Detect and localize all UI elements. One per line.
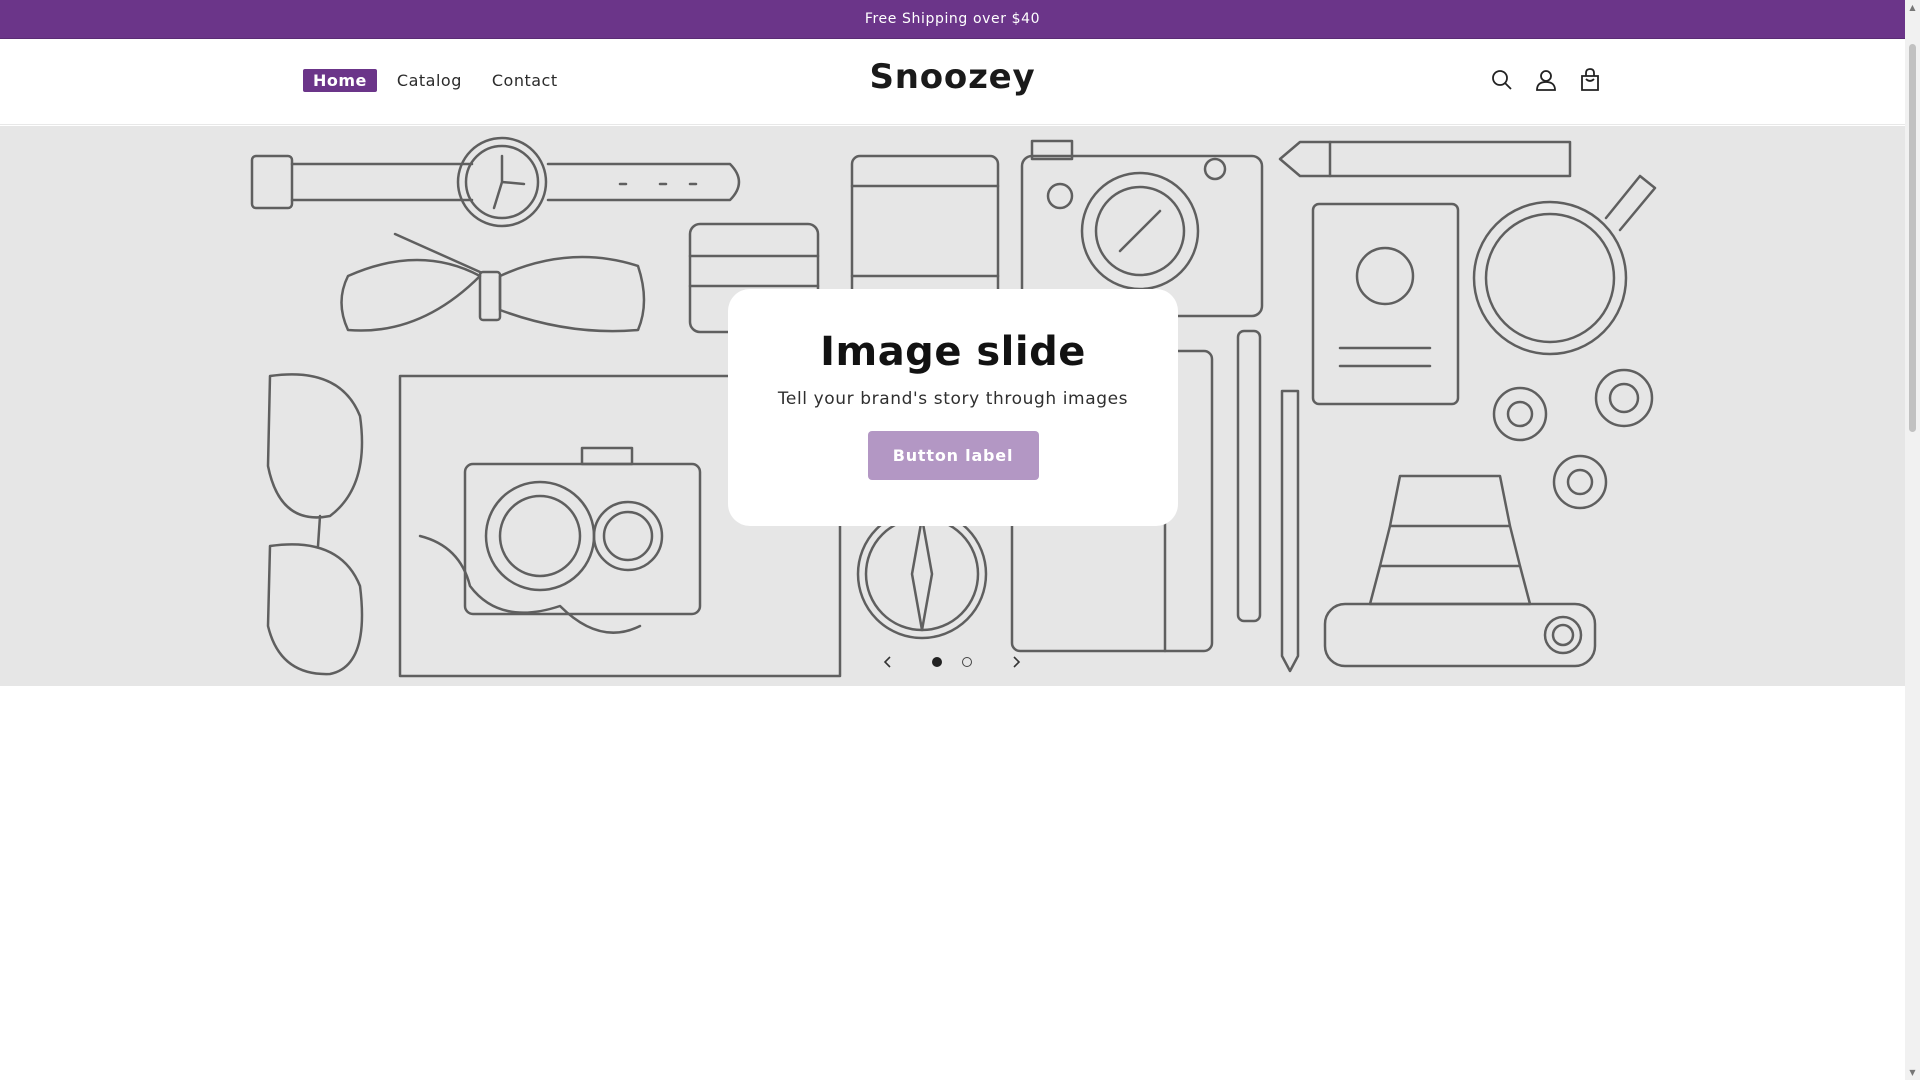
passport-illustration (1311, 202, 1460, 406)
scrollbar-thumb[interactable] (1909, 44, 1916, 432)
tape-illustration (1492, 368, 1654, 510)
scroll-up-icon[interactable]: ▲ (1908, 3, 1917, 12)
slideshow: Image slide Tell your brand's story thro… (0, 126, 1905, 686)
lens-camera-illustration (1323, 474, 1597, 668)
chevron-left-icon[interactable] (878, 652, 898, 672)
compass-illustration (856, 508, 988, 640)
slide-heading: Image slide (820, 329, 1086, 375)
search-icon[interactable] (1488, 65, 1516, 95)
scroll-down-icon[interactable]: ▼ (1908, 1068, 1917, 1077)
camera2-illustration (463, 446, 702, 616)
brand-logo[interactable]: Snoozey (0, 57, 1905, 97)
bowtie-illustration (340, 232, 646, 333)
announcement-text: Free Shipping over $40 (864, 11, 1041, 27)
slide-text: Tell your brand's story through images (777, 389, 1129, 409)
magnifier-illustration (1472, 174, 1657, 356)
announcement-bar: Free Shipping over $40 (0, 0, 1905, 39)
slide-dot-1[interactable] (932, 657, 942, 667)
account-icon[interactable] (1532, 65, 1560, 95)
canister-illustration (850, 154, 1000, 308)
pen-illustration (1236, 329, 1300, 673)
glasses-illustration (266, 373, 364, 676)
slide-button[interactable]: Button label (867, 431, 1039, 480)
pencil-illustration (1278, 140, 1572, 178)
page-scrollbar[interactable]: ▲ ▼ (1905, 0, 1920, 1080)
chevron-right-icon[interactable] (1006, 652, 1026, 672)
header-icons (1488, 65, 1604, 95)
cart-icon[interactable] (1576, 65, 1604, 95)
slide-dot-2[interactable] (962, 657, 972, 667)
site-header: Home Catalog Contact Snoozey (0, 39, 1905, 125)
page: Free Shipping over $40 Home Catalog Cont… (0, 0, 1905, 1080)
slide-content-card: Image slide Tell your brand's story thro… (728, 289, 1178, 526)
slider-controls (0, 652, 1905, 672)
watch-illustration (250, 136, 741, 228)
